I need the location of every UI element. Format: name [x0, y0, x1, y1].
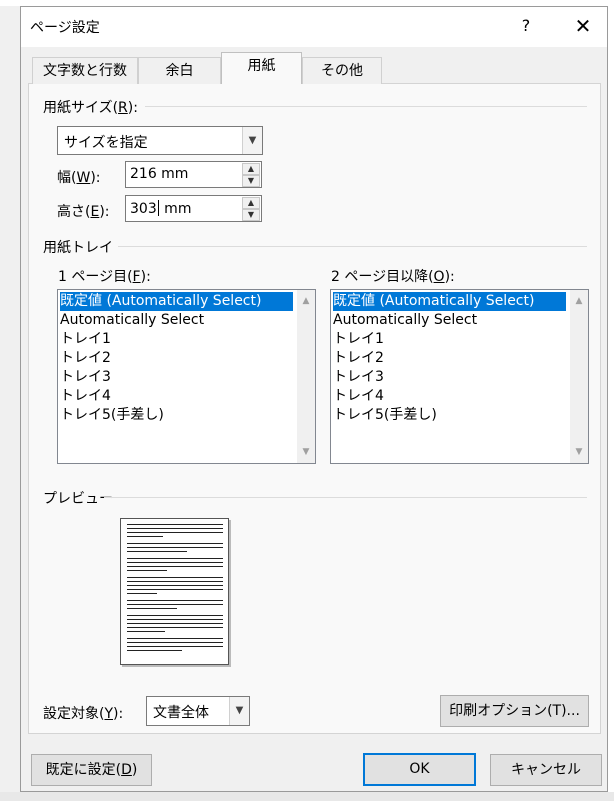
first-page-label: 1 ページ目(F):: [58, 269, 151, 285]
dialog-title: ページ設定: [30, 20, 100, 36]
tab-margins[interactable]: 余白: [138, 57, 221, 84]
help-button[interactable]: ?: [514, 13, 538, 39]
scroll-down-icon[interactable]: ▼: [297, 443, 315, 461]
list-item[interactable]: トレイ4: [333, 387, 384, 406]
other-pages-label: 2 ページ目以降(O):: [331, 269, 455, 285]
list-item[interactable]: Automatically Select: [333, 311, 477, 330]
tab-other[interactable]: その他: [302, 57, 382, 84]
tab-paper[interactable]: 用紙: [221, 52, 302, 84]
scroll-up-icon[interactable]: ▲: [297, 292, 315, 310]
list-item[interactable]: トレイ5(手差し): [333, 406, 437, 425]
scroll-down-icon[interactable]: ▼: [570, 443, 588, 461]
list-item[interactable]: 既定値 (Automatically Select): [60, 292, 293, 311]
spin-up-icon[interactable]: ▲: [242, 163, 260, 175]
cancel-button[interactable]: キャンセル: [490, 754, 602, 786]
width-label: 幅(W):: [57, 170, 101, 186]
paper-size-select[interactable]: サイズを指定 ▼: [57, 126, 263, 155]
set-default-button[interactable]: 既定に設定(D): [31, 754, 152, 786]
paper-tray-section-label: 用紙トレイ: [43, 240, 113, 256]
spin-up-icon[interactable]: ▲: [242, 197, 260, 209]
apply-to-select[interactable]: 文書全体 ▼: [146, 696, 250, 726]
scroll-up-icon[interactable]: ▲: [570, 292, 588, 310]
background-window-right: [608, 0, 614, 801]
list-item[interactable]: トレイ1: [333, 330, 384, 349]
spin-down-icon[interactable]: ▼: [242, 209, 260, 221]
preview-section-label: プレビュー: [43, 491, 113, 507]
list-item[interactable]: Automatically Select: [60, 311, 204, 330]
print-options-button[interactable]: 印刷オプション(T)...: [440, 695, 589, 727]
title-bar: ページ設定 ? ✕: [21, 7, 607, 47]
list-item[interactable]: 既定値 (Automatically Select): [333, 292, 566, 311]
scrollbar[interactable]: ▲ ▼: [570, 290, 588, 463]
first-page-tray-list[interactable]: 既定値 (Automatically Select) Automatically…: [57, 289, 316, 464]
height-value: 303 mm: [130, 200, 192, 217]
height-label: 高さ(E):: [57, 204, 110, 220]
list-item[interactable]: トレイ5(手差し): [60, 406, 164, 425]
paper-size-selected: サイズを指定: [64, 135, 148, 151]
spin-down-icon[interactable]: ▼: [242, 175, 260, 187]
list-item[interactable]: トレイ4: [60, 387, 111, 406]
apply-to-label: 設定対象(Y):: [43, 706, 124, 722]
width-spinner[interactable]: 216 mm ▲ ▼: [125, 161, 262, 188]
paper-size-section-label: 用紙サイズ(R):: [43, 100, 138, 116]
chevron-down-icon: ▼: [242, 127, 262, 154]
list-item[interactable]: トレイ2: [333, 349, 384, 368]
height-spinner[interactable]: 303 mm ▲ ▼: [125, 195, 262, 222]
preview-divider: [104, 497, 587, 498]
page-preview: [120, 518, 229, 665]
tab-characters-lines[interactable]: 文字数と行数: [32, 57, 138, 84]
width-value: 216 mm: [130, 166, 189, 182]
apply-to-selected: 文書全体: [153, 705, 209, 721]
list-item[interactable]: トレイ1: [60, 330, 111, 349]
chevron-down-icon: ▼: [229, 697, 249, 725]
close-button[interactable]: ✕: [569, 11, 597, 41]
paper-size-divider: [145, 106, 587, 107]
list-item[interactable]: トレイ3: [333, 368, 384, 387]
paper-tray-divider: [118, 246, 587, 247]
list-item[interactable]: トレイ3: [60, 368, 111, 387]
list-item[interactable]: トレイ2: [60, 349, 111, 368]
scrollbar[interactable]: ▲ ▼: [297, 290, 315, 463]
background-window-bottom: [0, 792, 614, 801]
text-cursor: [157, 200, 159, 216]
ok-button[interactable]: OK: [363, 753, 476, 786]
other-pages-tray-list[interactable]: 既定値 (Automatically Select) Automatically…: [330, 289, 589, 464]
